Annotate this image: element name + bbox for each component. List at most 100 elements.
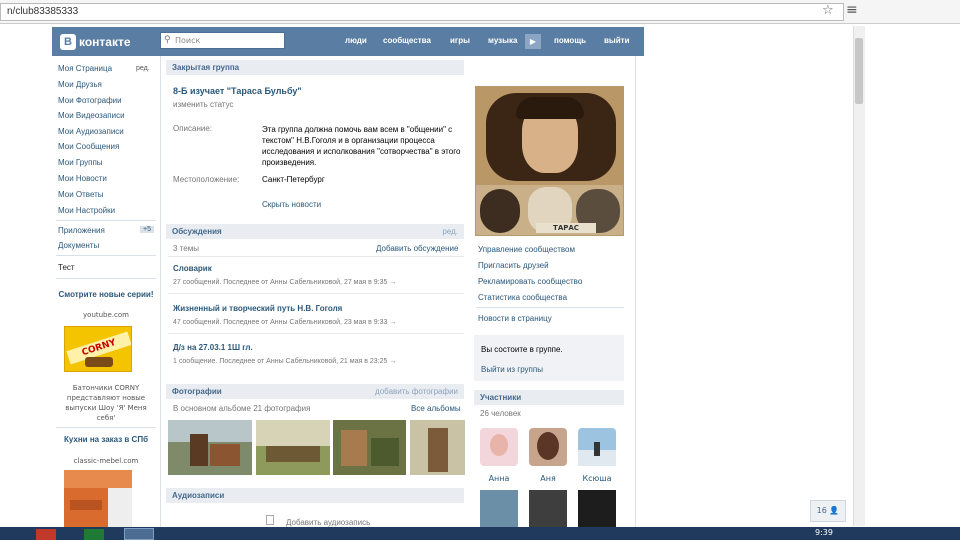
photos-label: Фотографии: [172, 387, 222, 396]
os-taskbar: 9:39: [0, 527, 960, 540]
search-input[interactable]: ⚲ Поиск: [160, 32, 285, 49]
menu-my-messages[interactable]: Мои Сообщения: [58, 142, 119, 151]
topic-meta[interactable]: 1 сообщение. Последнее от Анны Сабельник…: [173, 358, 396, 365]
menu-my-videos[interactable]: Мои Видеозаписи: [58, 111, 125, 120]
menu-my-page[interactable]: Моя Страница: [58, 64, 112, 73]
membership-box: [474, 335, 624, 381]
divider: [168, 333, 464, 334]
nav-games[interactable]: игры: [450, 36, 470, 45]
vk-logo-text: контакте: [79, 34, 131, 49]
ad1-text: Батончики CORNY представляют новые выпус…: [65, 384, 147, 422]
member-avatar[interactable]: [529, 428, 567, 466]
leave-group-link[interactable]: Выйти из группы: [481, 365, 543, 374]
taskbar-app-icon[interactable]: [84, 529, 104, 540]
divider: [168, 256, 464, 257]
chat-count: 16: [816, 506, 827, 515]
news-to-page-link[interactable]: Новости в страницу: [478, 314, 552, 323]
member-name[interactable]: Ксюша: [575, 474, 619, 483]
topic-title[interactable]: Словарик: [173, 264, 212, 273]
photos-count: В основном альбоме 21 фотография: [173, 404, 311, 413]
vk-header: B контакте ⚲ Поиск люди сообщества игры …: [52, 27, 644, 56]
chat-badge[interactable]: 16 👤: [810, 500, 846, 522]
menu-my-audio[interactable]: Мои Аудиозаписи: [58, 127, 124, 136]
invite-friends-link[interactable]: Пригласить друзей: [478, 261, 549, 270]
menu-my-answers[interactable]: Мои Ответы: [58, 190, 104, 199]
menu-apps[interactable]: Приложения: [58, 226, 105, 235]
divider: [476, 307, 624, 308]
play-icon[interactable]: ▶: [525, 34, 541, 49]
menu-my-photos[interactable]: Мои Фотографии: [58, 96, 122, 105]
member-avatar[interactable]: [578, 428, 616, 466]
group-type-label: Закрытая группа: [172, 63, 240, 72]
add-audio-link[interactable]: Добавить аудиозапись: [286, 518, 370, 527]
photo-thumb[interactable]: [333, 420, 406, 475]
nav-communities[interactable]: сообщества: [383, 36, 431, 45]
community-stats-link[interactable]: Статистика сообщества: [478, 293, 567, 302]
status-hint[interactable]: изменить статус: [173, 100, 234, 109]
taskbar-app-icon[interactable]: [124, 528, 154, 540]
members-bar[interactable]: Участники: [474, 390, 624, 405]
ad1-title[interactable]: Смотрите новые серии!: [56, 290, 156, 299]
member-avatar[interactable]: [480, 490, 518, 527]
ad2-domain[interactable]: classic-mebel.com: [56, 457, 156, 465]
topic-meta[interactable]: 27 сообщений. Последнее от Анны Сабельни…: [173, 279, 396, 286]
nav-music[interactable]: музыка: [488, 36, 517, 45]
member-avatar[interactable]: [529, 490, 567, 527]
menu-divider-4: [56, 427, 156, 428]
photo-thumb[interactable]: [168, 420, 252, 475]
audio-bar[interactable]: Аудиозаписи: [166, 488, 464, 503]
description-label: Описание:: [173, 124, 213, 133]
topic-title[interactable]: Жизненный и творческий путь Н.В. Гоголя: [173, 304, 342, 313]
menu-my-groups[interactable]: Мои Группы: [58, 158, 103, 167]
member-name[interactable]: Аня: [526, 474, 570, 483]
member-name[interactable]: Анна: [477, 474, 521, 483]
menu-test[interactable]: Тест: [58, 263, 75, 272]
menu-icon[interactable]: ≡: [846, 2, 862, 20]
menu-apps-count[interactable]: +5: [140, 226, 154, 233]
menu-my-settings[interactable]: Мои Настройки: [58, 206, 115, 215]
hide-news-link[interactable]: Скрыть новости: [262, 200, 321, 209]
ad2-title[interactable]: Кухни на заказ в СПб: [56, 435, 156, 444]
all-albums-link[interactable]: Все альбомы: [411, 404, 461, 413]
audio-label: Аудиозаписи: [172, 491, 225, 500]
topic-title[interactable]: Д/з на 27.03.1 1Ш гл.: [173, 343, 253, 352]
vk-logo-letter: B: [60, 33, 76, 50]
nav-logout[interactable]: выйти: [604, 36, 630, 45]
add-discussion-link[interactable]: Добавить обсуждение: [376, 244, 458, 253]
location-value[interactable]: Санкт-Петербург: [262, 175, 325, 184]
menu-my-friends[interactable]: Мои Друзья: [58, 80, 102, 89]
divider: [168, 293, 464, 294]
photo-thumb[interactable]: [256, 420, 330, 475]
photos-bar[interactable]: Фотографии добавить фотографии: [166, 384, 464, 399]
menu-documents[interactable]: Документы: [58, 241, 99, 250]
manage-community-link[interactable]: Управление сообществом: [478, 245, 575, 254]
group-avatar[interactable]: ТАРАС БУЛЬБА: [475, 86, 624, 236]
audio-icon: [266, 515, 274, 525]
scrollbar-thumb[interactable]: [855, 38, 863, 104]
menu-edit-link[interactable]: ред.: [136, 65, 150, 72]
vk-logo[interactable]: B контакте: [60, 33, 131, 50]
discussions-bar[interactable]: Обсуждения ред.: [166, 224, 464, 239]
bookmark-star-icon[interactable]: ☆: [822, 3, 834, 18]
ad2-image[interactable]: [64, 470, 132, 527]
group-type-bar: Закрытая группа: [166, 60, 464, 75]
members-count: 26 человек: [480, 409, 521, 418]
topic-meta[interactable]: 47 сообщений. Последнее от Анны Сабельни…: [173, 319, 396, 326]
photo-thumb[interactable]: [410, 420, 465, 475]
address-bar[interactable]: n/club83385333: [0, 3, 844, 21]
advertise-community-link[interactable]: Рекламировать сообщество: [478, 277, 582, 286]
member-avatar[interactable]: [480, 428, 518, 466]
taskbar-clock: 9:39: [815, 528, 833, 537]
member-avatar[interactable]: [578, 490, 616, 527]
discussions-edit[interactable]: ред.: [442, 227, 458, 236]
description-text: Эта группа должна помочь вам всем в "общ…: [262, 125, 461, 167]
ad1-domain[interactable]: youtube.com: [56, 311, 156, 319]
taskbar-app-icon[interactable]: [36, 529, 56, 540]
add-photos-link[interactable]: добавить фотографии: [375, 387, 458, 396]
discussions-count: 3 темы: [173, 244, 199, 253]
nav-help[interactable]: помощь: [554, 36, 586, 45]
ad1-image[interactable]: CORNY: [64, 326, 132, 372]
menu-my-news[interactable]: Мои Новости: [58, 174, 107, 183]
nav-people[interactable]: люди: [345, 36, 367, 45]
membership-text: Вы состоите в группе.: [481, 345, 563, 354]
